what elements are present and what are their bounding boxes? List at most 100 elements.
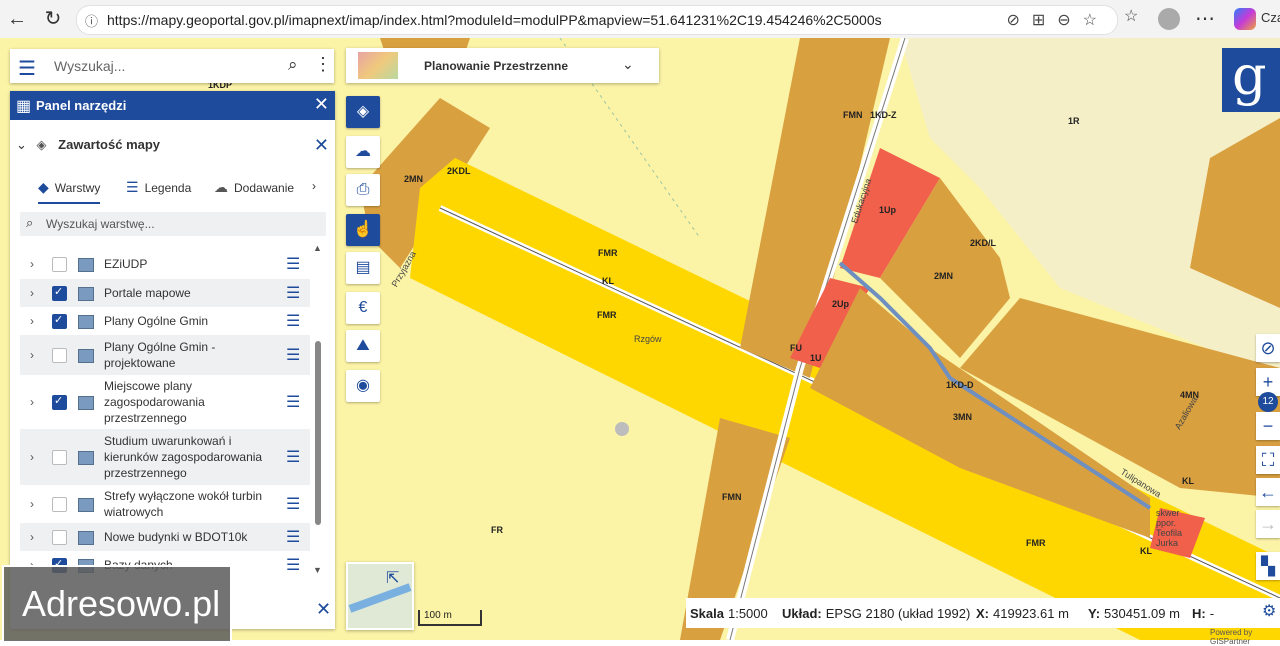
chevron-right-icon[interactable]: › — [30, 530, 34, 544]
layer-row[interactable]: › Miejscowe plany zagospodarowania przes… — [20, 375, 310, 429]
chevron-right-icon[interactable]: › — [30, 257, 34, 271]
close-icon[interactable]: ✕ — [314, 94, 329, 115]
layer-checkbox[interactable] — [52, 450, 67, 465]
close-section-icon[interactable]: ✕ — [314, 135, 329, 156]
bookmark-tool-button[interactable]: ▚ — [1256, 552, 1280, 580]
section-header[interactable]: ⌄ ◈ Zawartość mapy — [16, 137, 160, 153]
crs-readout[interactable]: Układ: EPSG 2180 (układ 1992) — [782, 606, 970, 621]
wms-icon — [78, 315, 94, 329]
layer-row[interactable]: › Studium uwarunkowań i kierunków zagosp… — [20, 429, 310, 485]
tab-warstwy[interactable]: ◆ Warstwy — [38, 179, 101, 204]
scroll-down-icon[interactable]: ▼ — [313, 565, 322, 575]
drag-handle-icon[interactable]: ☰ — [286, 311, 300, 331]
chevron-right-icon[interactable]: › — [30, 286, 34, 300]
drag-handle-icon[interactable]: ☰ — [286, 494, 300, 514]
layer-label: Studium uwarunkowań i kierunków zagospod… — [104, 434, 263, 480]
scale-readout[interactable]: Skala 1:5000 — [690, 606, 768, 621]
forward-view-button[interactable]: → — [1256, 510, 1280, 538]
map-label: FMR — [598, 248, 618, 258]
layer-row[interactable]: › EZiUDP ☰ — [20, 251, 310, 277]
layer-checkbox[interactable] — [52, 530, 67, 545]
identify-tool-button[interactable]: ☝ — [346, 214, 380, 246]
chevron-right-icon[interactable]: › — [312, 179, 316, 193]
chevron-down-icon[interactable]: ⌄ — [622, 56, 634, 73]
tab-label: Legenda — [144, 181, 192, 195]
menu-icon[interactable]: ☰ — [18, 56, 36, 81]
map-label: 2KDL — [447, 166, 471, 176]
tab-label: Warstwy — [54, 181, 101, 195]
layer-row[interactable]: › Plany Ogólne Gmin ☰ — [20, 307, 310, 335]
layer-label: Plany Ogólne Gmin - projektowane — [104, 340, 216, 370]
chevron-right-icon[interactable]: › — [30, 450, 34, 464]
profile-label: Cza — [1261, 10, 1280, 25]
tab-dodawanie[interactable]: ☁ Dodawanie — [214, 179, 298, 196]
favorites-icon[interactable]: ☆ — [1124, 6, 1138, 26]
geoportal-logo[interactable]: g — [1222, 44, 1280, 112]
zoom-out-button[interactable]: − — [1256, 412, 1280, 440]
open-external-icon[interactable]: ⇱ — [386, 568, 399, 588]
site-info-icon[interactable]: ⓘ — [85, 11, 98, 30]
print-button[interactable]: ⎙ — [346, 174, 380, 206]
copilot-icon[interactable] — [1234, 8, 1256, 30]
layer-row[interactable]: › Plany Ogólne Gmin - projektowane ☰ — [20, 335, 310, 375]
clipboard-tool-button[interactable]: ▤ — [346, 252, 380, 284]
layers-icon: ◆ — [38, 179, 49, 195]
scroll-up-icon[interactable]: ▲ — [313, 243, 322, 253]
landscape-tool-button[interactable]: ⛰ — [346, 330, 380, 362]
layer-search-input[interactable]: Wyszukaj warstwę... — [46, 217, 155, 231]
drag-handle-icon[interactable]: ☰ — [286, 345, 300, 365]
gear-icon[interactable]: ⚙ — [1262, 601, 1276, 621]
browser-toolbar: ← ↻ ⓘ https://mapy.geoportal.gov.pl/imap… — [0, 0, 1280, 39]
chevron-right-icon[interactable]: › — [30, 497, 34, 511]
minimap[interactable]: ⇱ — [346, 562, 414, 630]
x-value: 419923.61 m — [993, 606, 1069, 621]
chevron-down-icon[interactable]: ⌄ — [16, 137, 27, 152]
map-label: 1Up — [879, 205, 897, 215]
tab-legenda[interactable]: ☰ Legenda — [126, 179, 191, 196]
layer-checkbox[interactable] — [52, 348, 67, 363]
address-bar[interactable]: ⓘ https://mapy.geoportal.gov.pl/imapnext… — [76, 5, 1118, 35]
profile-avatar[interactable] — [1158, 8, 1180, 30]
layer-checkbox[interactable] — [52, 394, 67, 410]
drag-handle-icon[interactable]: ☰ — [286, 254, 300, 274]
layer-checkbox[interactable] — [52, 285, 67, 301]
panel-header: ▦ Panel narzędzi ✕ — [10, 91, 335, 120]
wms-icon — [78, 396, 94, 410]
camera-button[interactable]: ◉ — [346, 370, 380, 402]
price-tool-button[interactable]: € — [346, 292, 380, 324]
module-selector[interactable]: Planowanie Przestrzenne ⌄ — [346, 48, 659, 83]
layer-checkbox[interactable] — [52, 497, 67, 512]
layer-search[interactable]: ⌕ Wyszukaj warstwę... — [20, 212, 326, 236]
search-input[interactable]: Wyszukaj... — [54, 58, 125, 74]
wms-icon — [78, 287, 94, 301]
no-location-icon[interactable]: ⊘ — [1256, 334, 1280, 362]
drag-handle-icon[interactable]: ☰ — [286, 283, 300, 303]
address-bar-icons[interactable]: ⊘⊞⊖☆ — [1006, 10, 1109, 30]
more-vertical-icon[interactable]: ⋮ — [314, 54, 332, 75]
layer-row[interactable]: › Portale mapowe ☰ — [20, 279, 310, 307]
scrollbar[interactable]: ▲ ▼ — [313, 243, 323, 579]
chevron-right-icon[interactable]: › — [30, 395, 34, 409]
chevron-right-icon[interactable]: › — [30, 314, 34, 328]
more-icon[interactable]: ⋯ — [1192, 6, 1218, 32]
map-label: FMR — [1026, 538, 1046, 548]
drag-handle-icon[interactable]: ☰ — [286, 447, 300, 467]
drag-handle-icon[interactable]: ☰ — [286, 392, 300, 412]
layer-checkbox[interactable] — [52, 257, 67, 272]
reload-icon[interactable]: ↻ — [40, 6, 66, 32]
back-view-button[interactable]: ← — [1256, 478, 1280, 506]
drag-handle-icon[interactable]: ☰ — [286, 555, 300, 575]
drag-handle-icon[interactable]: ☰ — [286, 527, 300, 547]
back-icon[interactable]: ← — [4, 6, 30, 32]
chevron-right-icon[interactable]: › — [30, 348, 34, 362]
layer-row[interactable]: › Nowe budynki w BDOT10k ☰ — [20, 523, 310, 551]
layers-tool-button[interactable]: ◈ — [346, 96, 380, 128]
layer-checkbox[interactable] — [52, 313, 67, 329]
cloud-tool-button[interactable]: ☁ — [346, 136, 380, 168]
search-icon[interactable]: ⌕ — [288, 55, 298, 75]
map-label: 3MN — [953, 412, 973, 422]
scroll-thumb[interactable] — [315, 341, 321, 525]
close-icon[interactable]: ✕ — [316, 599, 331, 620]
fullscreen-button[interactable]: ⛶ — [1256, 446, 1280, 474]
layer-row[interactable]: › Strefy wyłączone wokół turbin wiatrowy… — [20, 485, 310, 523]
